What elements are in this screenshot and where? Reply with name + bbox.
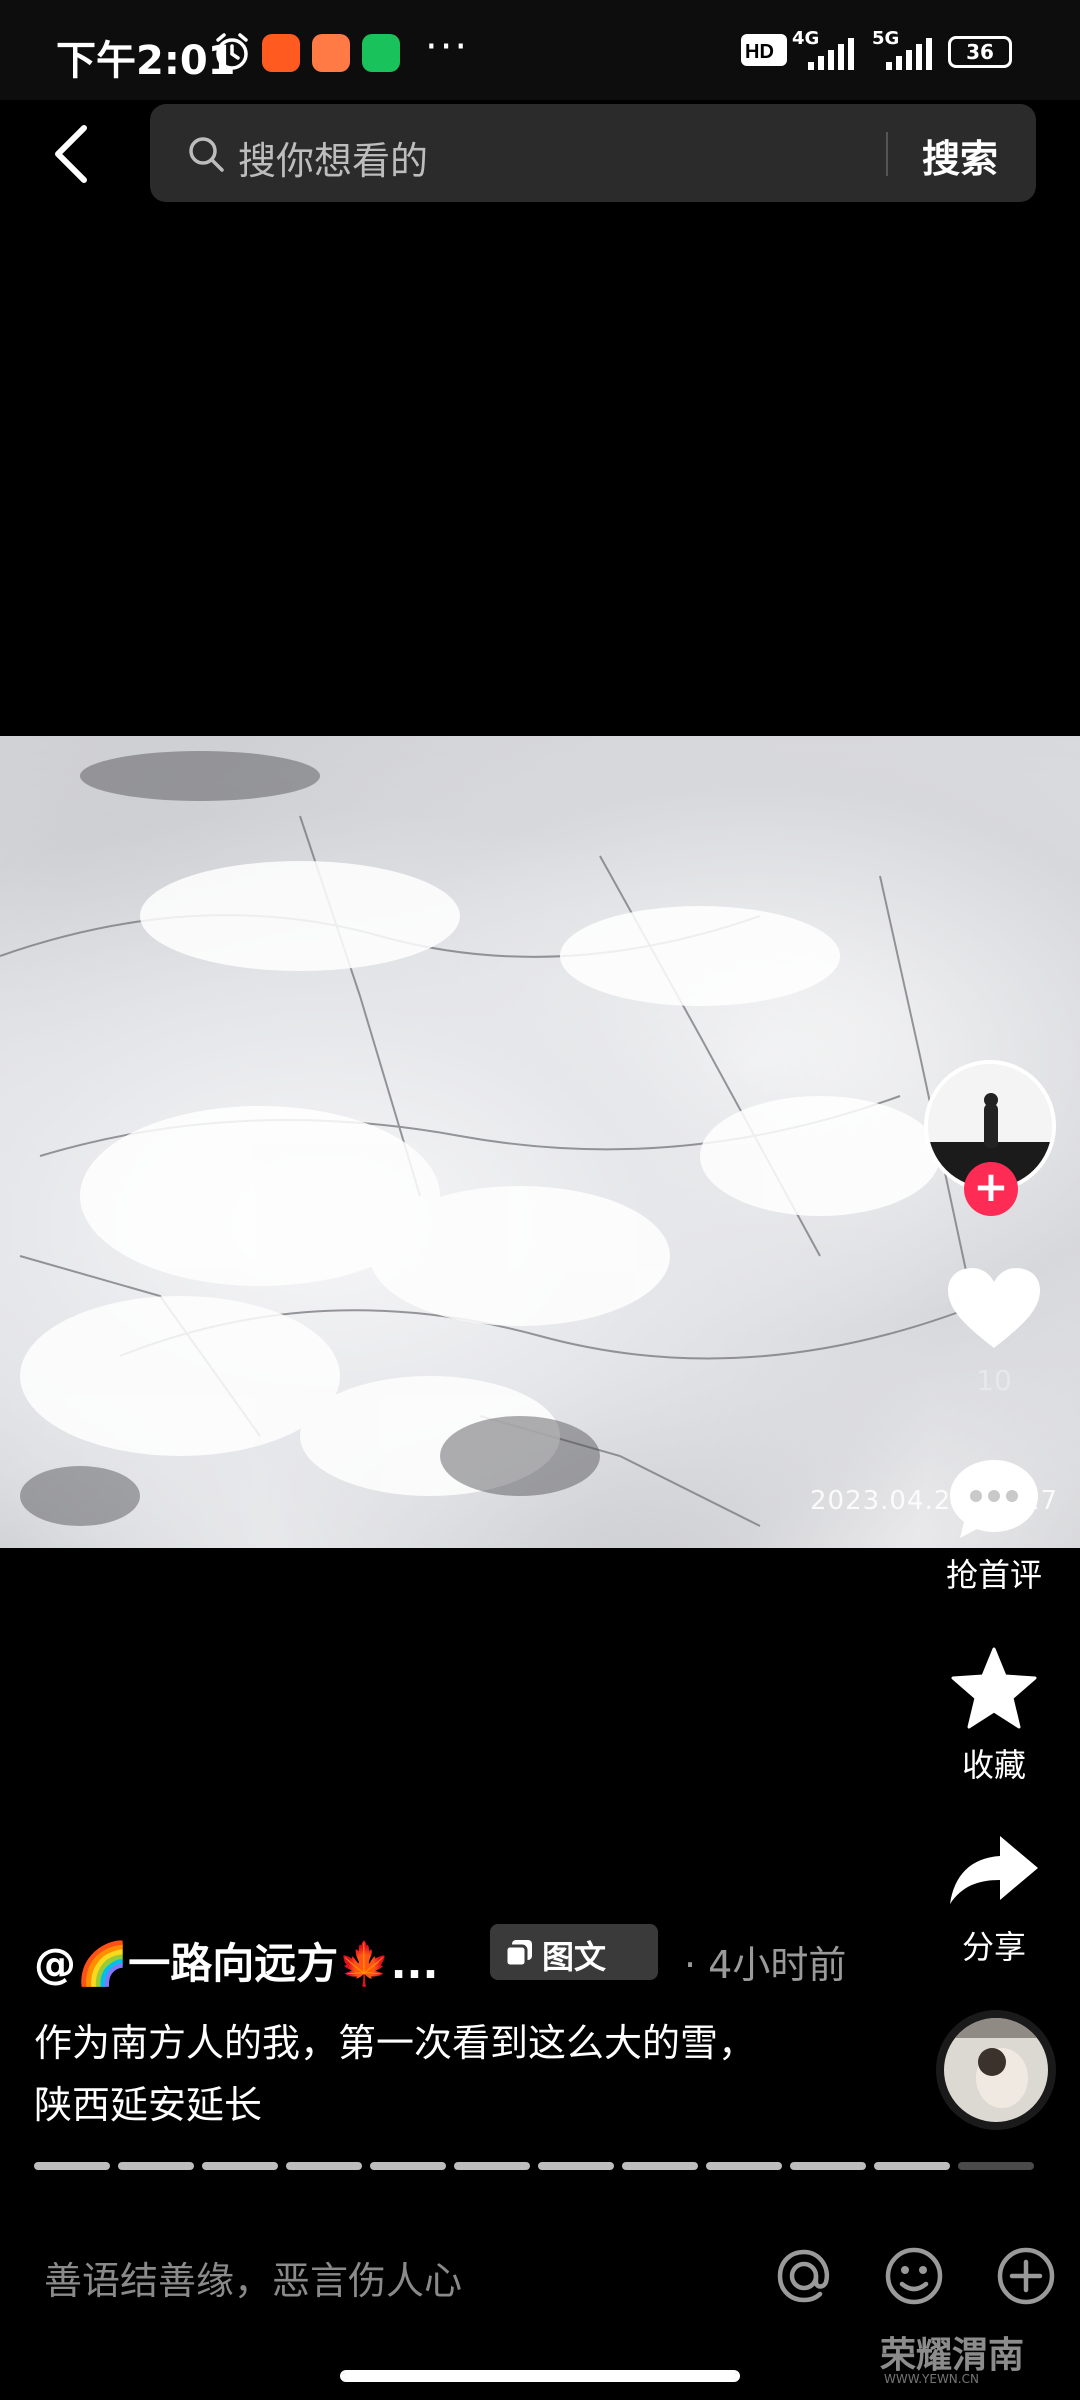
back-arrow-icon[interactable]	[44, 122, 100, 186]
progress-segment	[790, 2162, 866, 2170]
progress-segment-current	[958, 2162, 1034, 2170]
follow-button[interactable]: +	[964, 1162, 1018, 1216]
progress-segment	[622, 2162, 698, 2170]
signal-strength-icon-2	[886, 38, 932, 70]
more-notifications-indicator: ···	[425, 24, 470, 70]
comment-icon[interactable]	[946, 1456, 1042, 1542]
progress-segment	[454, 2162, 530, 2170]
alarm-icon	[216, 33, 248, 70]
star-icon[interactable]	[950, 1646, 1038, 1730]
caption-line-1: 作为南方人的我，第一次看到这么大的雪，	[34, 2021, 757, 2065]
search-input[interactable]: 搜你想看的	[238, 130, 428, 185]
progress-segment	[538, 2162, 614, 2170]
post-type-badge: 图文	[490, 1924, 658, 1980]
svg-text:HD: HD	[745, 41, 774, 63]
search-icon	[189, 137, 224, 172]
post-image-snow[interactable]	[0, 736, 1080, 1548]
snow-branches-texture	[0, 751, 1001, 1527]
at-mention-icon[interactable]	[772, 2244, 836, 2308]
progress-segment	[874, 2162, 950, 2170]
progress-segment	[118, 2162, 194, 2170]
status-bar: 下午2:01 ··· HD 4G 5G 36	[0, 0, 1080, 100]
progress-segment	[706, 2162, 782, 2170]
watermark-url: WWW.YEWN.CN	[884, 2372, 979, 2386]
search-button[interactable]: 搜索	[922, 128, 998, 183]
like-count: 10	[976, 1364, 1012, 1397]
wechat-icon	[362, 34, 400, 72]
search-divider	[886, 132, 888, 176]
home-indicator[interactable]	[340, 2370, 740, 2382]
app-notification-icon	[262, 34, 300, 72]
search-bar[interactable]: 搜你想看的 搜索	[150, 104, 1036, 202]
music-cover-image	[944, 2018, 1048, 2122]
caption-line-2: 陕西延安延长	[34, 2083, 263, 2127]
post-caption[interactable]: 作为南方人的我，第一次看到这么大的雪， 陕西延安延长	[34, 2012, 884, 2136]
gallery-icon	[504, 1940, 532, 1968]
post-type-label: 图文	[542, 1938, 607, 1976]
heart-icon[interactable]	[946, 1266, 1042, 1352]
favorite-label[interactable]: 收藏	[924, 1740, 1064, 1786]
emoji-icon[interactable]	[882, 2244, 946, 2308]
shopping-app-icon	[312, 34, 350, 72]
progress-segment	[202, 2162, 278, 2170]
author-name[interactable]: @🌈一路向远方🍁...	[34, 1930, 438, 1991]
progress-segment	[286, 2162, 362, 2170]
hd-voice-icon: HD	[741, 34, 787, 66]
progress-segment	[370, 2162, 446, 2170]
image-progress-bar	[34, 2162, 1034, 2172]
status-time: 下午2:01	[56, 38, 236, 84]
comment-label[interactable]: 抢首评	[924, 1550, 1064, 1596]
music-disc[interactable]	[936, 2010, 1056, 2130]
signal-strength-icon	[808, 38, 854, 70]
comment-input[interactable]: 善语结善缘，恶言伤人心	[44, 2250, 462, 2305]
progress-segment	[34, 2162, 110, 2170]
share-arrow-icon[interactable]	[948, 1834, 1040, 1906]
watermark-logo: 荣耀渭南	[880, 2335, 1025, 2376]
add-plus-icon[interactable]	[994, 2244, 1058, 2308]
battery-icon: 36	[948, 36, 1012, 68]
share-label[interactable]: 分享	[924, 1922, 1064, 1968]
post-time-ago: · 4小时前	[684, 1943, 847, 1987]
